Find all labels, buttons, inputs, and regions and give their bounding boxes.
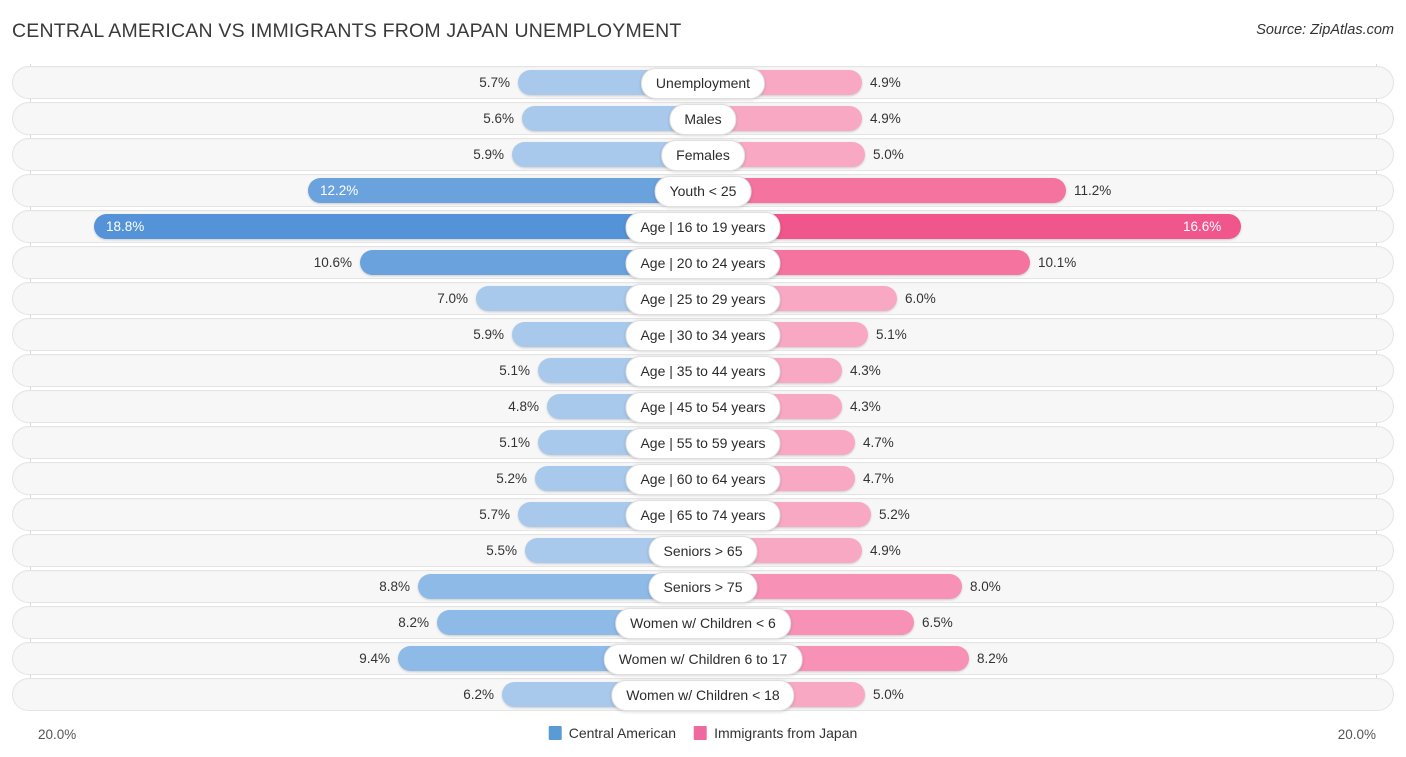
- chart-plot-area: 5.7% 4.9% Unemployment 5.6% 4.9% Males 5.9% 5.0…: [0, 60, 1406, 715]
- category-label-pill: Seniors > 75: [649, 572, 758, 603]
- value-label-central-american: 12.2%: [320, 174, 358, 207]
- axis-label-left: 20.0%: [38, 727, 76, 742]
- table-row: 5.1% 4.7% Age | 55 to 59 years: [0, 426, 1406, 459]
- table-row: 4.8% 4.3% Age | 45 to 54 years: [0, 390, 1406, 423]
- table-row: 5.5% 4.9% Seniors > 65: [0, 534, 1406, 567]
- legend-item[interactable]: Immigrants from Japan: [694, 725, 857, 741]
- value-label-central-american: 8.8%: [379, 570, 410, 603]
- value-label-central-american: 5.6%: [483, 102, 514, 135]
- value-label-central-american: 18.8%: [106, 210, 144, 243]
- category-label-pill: Females: [661, 140, 745, 171]
- legend-label: Central American: [569, 725, 676, 741]
- category-label-pill: Unemployment: [641, 68, 765, 99]
- source-attribution: Source: ZipAtlas.com: [1256, 22, 1394, 38]
- value-label-immigrants-from-japan: 4.3%: [850, 354, 881, 387]
- table-row: 5.6% 4.9% Males: [0, 102, 1406, 135]
- bar-immigrants-from-japan: [703, 214, 1241, 239]
- category-label-pill: Seniors > 65: [649, 536, 758, 567]
- value-label-central-american: 5.2%: [496, 462, 527, 495]
- value-label-central-american: 7.0%: [437, 282, 468, 315]
- table-row: 18.8% 16.6% Age | 16 to 19 years: [0, 210, 1406, 243]
- chart-legend: Central American Immigrants from Japan: [549, 725, 858, 741]
- value-label-immigrants-from-japan: 6.0%: [905, 282, 936, 315]
- category-label-pill: Age | 30 to 34 years: [625, 320, 780, 351]
- value-label-immigrants-from-japan: 16.6%: [1183, 210, 1221, 243]
- value-label-immigrants-from-japan: 6.5%: [922, 606, 953, 639]
- value-label-immigrants-from-japan: 5.0%: [873, 138, 904, 171]
- value-label-immigrants-from-japan: 4.7%: [863, 462, 894, 495]
- value-label-central-american: 4.8%: [508, 390, 539, 423]
- legend-swatch-icon: [549, 726, 562, 740]
- value-label-immigrants-from-japan: 4.7%: [863, 426, 894, 459]
- chart-footer: 20.0% 20.0% Central American Immigrants f…: [0, 715, 1406, 757]
- category-label-pill: Age | 55 to 59 years: [625, 428, 780, 459]
- value-label-central-american: 5.9%: [473, 138, 504, 171]
- category-label-pill: Age | 25 to 29 years: [625, 284, 780, 315]
- axis-label-right: 20.0%: [1338, 727, 1376, 742]
- legend-item[interactable]: Central American: [549, 725, 676, 741]
- category-label-pill: Age | 45 to 54 years: [625, 392, 780, 423]
- value-label-central-american: 9.4%: [359, 642, 390, 675]
- table-row: 5.7% 5.2% Age | 65 to 74 years: [0, 498, 1406, 531]
- bar-immigrants-from-japan: [703, 178, 1066, 203]
- table-row: 7.0% 6.0% Age | 25 to 29 years: [0, 282, 1406, 315]
- value-label-immigrants-from-japan: 4.3%: [850, 390, 881, 423]
- value-label-central-american: 8.2%: [398, 606, 429, 639]
- value-label-immigrants-from-japan: 4.9%: [870, 66, 901, 99]
- value-label-central-american: 5.1%: [499, 426, 530, 459]
- value-label-central-american: 5.7%: [479, 66, 510, 99]
- table-row: 5.1% 4.3% Age | 35 to 44 years: [0, 354, 1406, 387]
- table-row: 5.7% 4.9% Unemployment: [0, 66, 1406, 99]
- category-label-pill: Age | 16 to 19 years: [625, 212, 780, 243]
- category-label-pill: Males: [669, 104, 736, 135]
- value-label-central-american: 5.9%: [473, 318, 504, 351]
- category-label-pill: Youth < 25: [655, 176, 752, 207]
- table-row: 5.9% 5.0% Females: [0, 138, 1406, 171]
- category-label-pill: Women w/ Children < 6: [615, 608, 791, 639]
- table-row: 6.2% 5.0% Women w/ Children < 18: [0, 678, 1406, 711]
- value-label-central-american: 5.1%: [499, 354, 530, 387]
- category-label-pill: Age | 20 to 24 years: [625, 248, 780, 279]
- value-label-central-american: 6.2%: [463, 678, 494, 711]
- bar-central-american: [308, 178, 703, 203]
- value-label-immigrants-from-japan: 4.9%: [870, 534, 901, 567]
- value-label-immigrants-from-japan: 10.1%: [1038, 246, 1076, 279]
- table-row: 8.8% 8.0% Seniors > 75: [0, 570, 1406, 603]
- table-row: 10.6% 10.1% Age | 20 to 24 years: [0, 246, 1406, 279]
- table-row: 8.2% 6.5% Women w/ Children < 6: [0, 606, 1406, 639]
- legend-swatch-icon: [694, 726, 707, 740]
- category-label-pill: Age | 35 to 44 years: [625, 356, 780, 387]
- table-row: 5.2% 4.7% Age | 60 to 64 years: [0, 462, 1406, 495]
- category-label-pill: Age | 65 to 74 years: [625, 500, 780, 531]
- value-label-immigrants-from-japan: 8.0%: [970, 570, 1001, 603]
- table-row: 12.2% 11.2% Youth < 25: [0, 174, 1406, 207]
- value-label-immigrants-from-japan: 5.2%: [879, 498, 910, 531]
- bar-rows-container: 5.7% 4.9% Unemployment 5.6% 4.9% Males 5.9% 5.0…: [0, 66, 1406, 714]
- value-label-immigrants-from-japan: 4.9%: [870, 102, 901, 135]
- value-label-immigrants-from-japan: 5.0%: [873, 678, 904, 711]
- value-label-central-american: 5.5%: [486, 534, 517, 567]
- value-label-immigrants-from-japan: 5.1%: [876, 318, 907, 351]
- table-row: 9.4% 8.2% Women w/ Children 6 to 17: [0, 642, 1406, 675]
- table-row: 5.9% 5.1% Age | 30 to 34 years: [0, 318, 1406, 351]
- legend-label: Immigrants from Japan: [714, 725, 857, 741]
- value-label-immigrants-from-japan: 11.2%: [1074, 174, 1111, 207]
- category-label-pill: Age | 60 to 64 years: [625, 464, 780, 495]
- bar-central-american: [94, 214, 703, 239]
- value-label-immigrants-from-japan: 8.2%: [977, 642, 1008, 675]
- value-label-central-american: 10.6%: [314, 246, 352, 279]
- category-label-pill: Women w/ Children < 18: [611, 680, 794, 711]
- value-label-central-american: 5.7%: [479, 498, 510, 531]
- chart-header: CENTRAL AMERICAN VS IMMIGRANTS FROM JAPA…: [0, 0, 1406, 60]
- category-label-pill: Women w/ Children 6 to 17: [604, 644, 803, 675]
- page-title: CENTRAL AMERICAN VS IMMIGRANTS FROM JAPA…: [12, 20, 682, 43]
